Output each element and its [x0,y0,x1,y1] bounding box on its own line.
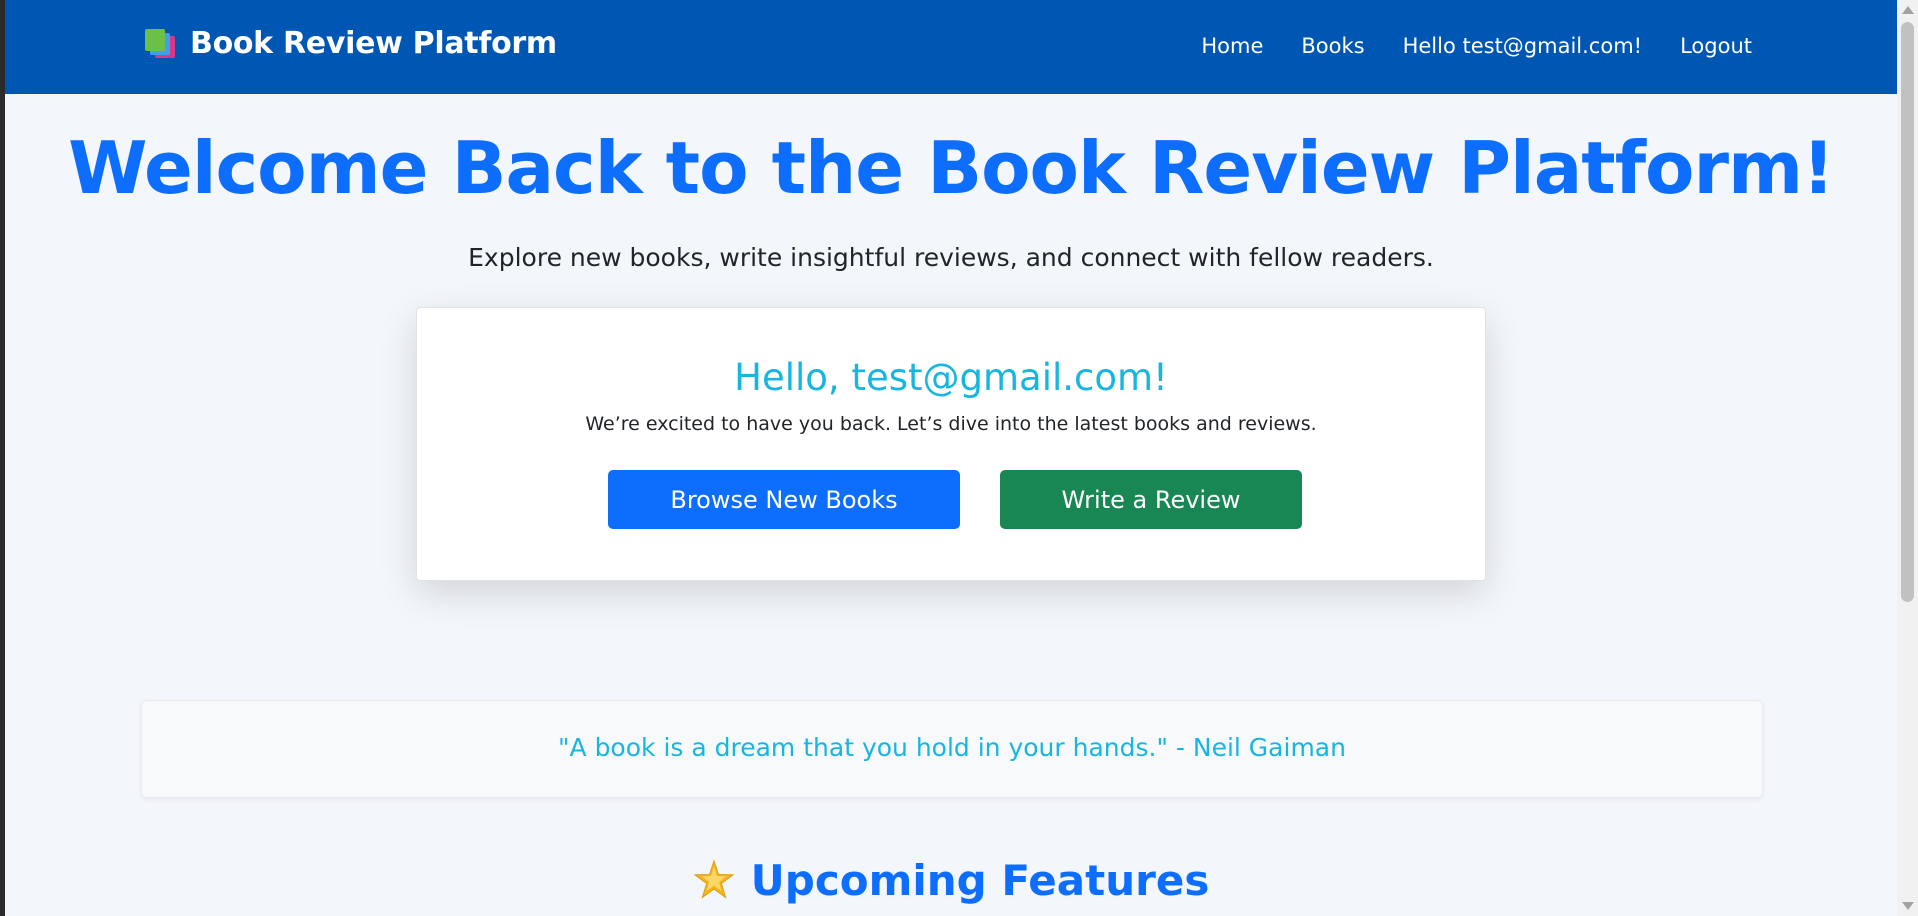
scroll-down-arrow-icon[interactable] [1902,902,1914,910]
quote-text: "A book is a dream that you hold in your… [558,733,1346,762]
card-message: We’re excited to have you back. Let’s di… [585,413,1317,435]
features-heading: Upcoming Features [5,856,1897,905]
books-icon [145,28,179,59]
scrollbar-thumb[interactable] [1901,22,1914,602]
nav-user-greeting[interactable]: Hello test@gmail.com! [1403,34,1643,58]
features-heading-text: Upcoming Features [750,856,1210,905]
quote-box: "A book is a dream that you hold in your… [141,700,1763,798]
nav-link-books[interactable]: Books [1301,34,1364,58]
brand-name: Book Review Platform [190,26,557,61]
scroll-up-arrow-icon[interactable] [1902,6,1914,14]
navbar: Book Review Platform Home Books Hello te… [5,0,1897,94]
card-greeting: Hello, test@gmail.com! [734,356,1168,399]
page-viewport: Book Review Platform Home Books Hello te… [5,0,1897,916]
page-subtitle: Explore new books, write insightful revi… [468,243,1434,272]
nav-links: Home Books Hello test@gmail.com! Logout [1201,34,1752,58]
nav-link-logout[interactable]: Logout [1680,34,1752,58]
glowing-star-icon [693,859,735,899]
page-title: Welcome Back to the Book Review Platform… [68,126,1835,210]
write-review-button[interactable]: Write a Review [1000,470,1302,529]
welcome-card: Hello, test@gmail.com! We’re excited to … [416,307,1486,581]
vertical-scrollbar[interactable] [1897,0,1918,916]
brand-link[interactable]: Book Review Platform [145,26,557,61]
browse-new-books-button[interactable]: Browse New Books [608,470,960,529]
nav-link-home[interactable]: Home [1201,34,1263,58]
